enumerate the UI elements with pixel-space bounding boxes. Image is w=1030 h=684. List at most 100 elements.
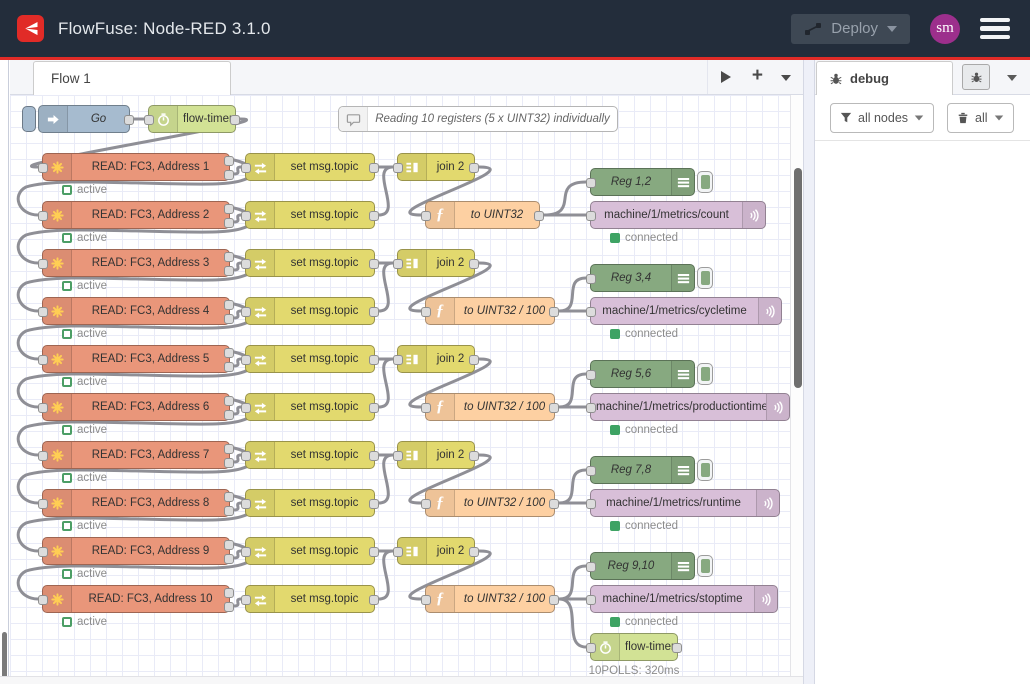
output-port[interactable]	[369, 547, 379, 557]
node-func4[interactable]: ƒto UINT32 / 100	[425, 489, 555, 517]
debug-toggle-button[interactable]	[697, 555, 713, 577]
canvas-horizontal-scrollbar[interactable]	[0, 676, 803, 684]
debug-toggle-button[interactable]	[697, 267, 713, 289]
node-read6[interactable]: READ: FC3, Address 6	[42, 393, 230, 421]
output-port[interactable]	[224, 444, 234, 454]
output-port[interactable]	[224, 410, 234, 420]
wire[interactable]	[234, 359, 241, 366]
node-func2[interactable]: ƒto UINT32 / 100	[425, 297, 555, 325]
output-port[interactable]	[369, 499, 379, 509]
node-change4[interactable]: set msg.topic	[245, 297, 375, 325]
node-mqtt3[interactable]: machine/1/metrics/productiontime	[590, 393, 790, 421]
output-port[interactable]	[224, 540, 234, 550]
wire[interactable]	[559, 470, 586, 503]
input-port[interactable]	[241, 307, 251, 317]
output-port[interactable]	[224, 170, 234, 180]
output-port[interactable]	[224, 362, 234, 372]
output-port[interactable]	[369, 595, 379, 605]
output-port[interactable]	[549, 595, 559, 605]
wire[interactable]	[234, 551, 241, 558]
input-port[interactable]	[586, 466, 596, 476]
wire[interactable]	[544, 182, 586, 215]
wire[interactable]	[234, 455, 241, 462]
node-func1[interactable]: ƒto UINT32	[425, 201, 540, 229]
inject-button[interactable]	[22, 106, 36, 132]
input-port[interactable]	[421, 595, 431, 605]
output-port[interactable]	[369, 259, 379, 269]
wire[interactable]	[234, 215, 241, 222]
output-port[interactable]	[534, 211, 544, 221]
output-port[interactable]	[224, 314, 234, 324]
wire[interactable]	[379, 167, 393, 215]
output-port[interactable]	[469, 163, 479, 173]
node-read1[interactable]: READ: FC3, Address 1	[42, 153, 230, 181]
add-flow-button[interactable]: +	[752, 65, 763, 87]
output-port[interactable]	[369, 451, 379, 461]
input-port[interactable]	[38, 307, 48, 317]
input-port[interactable]	[586, 595, 596, 605]
debug-toggle-button[interactable]	[697, 171, 713, 193]
output-port[interactable]	[469, 451, 479, 461]
node-change1[interactable]: set msg.topic	[245, 153, 375, 181]
main-menu-button[interactable]	[980, 18, 1010, 40]
wire[interactable]	[234, 407, 241, 414]
output-port[interactable]	[549, 403, 559, 413]
node-mqtt1[interactable]: machine/1/metrics/count	[590, 201, 766, 229]
input-port[interactable]	[421, 211, 431, 221]
deploy-caret-icon[interactable]	[887, 26, 897, 32]
wire[interactable]	[559, 374, 586, 407]
output-port[interactable]	[224, 266, 234, 276]
output-port[interactable]	[224, 506, 234, 516]
sidebar-divider[interactable]	[803, 60, 815, 684]
wire[interactable]	[559, 566, 586, 599]
node-read5[interactable]: READ: FC3, Address 5	[42, 345, 230, 373]
input-port[interactable]	[421, 499, 431, 509]
gutter-scrollbar-thumb[interactable]	[2, 632, 7, 680]
wire[interactable]	[559, 278, 586, 311]
node-read10[interactable]: READ: FC3, Address 10	[42, 585, 230, 613]
output-port[interactable]	[469, 355, 479, 365]
node-read7[interactable]: READ: FC3, Address 7	[42, 441, 230, 469]
node-debug1[interactable]: Reg 1,2	[590, 168, 695, 196]
output-port[interactable]	[224, 156, 234, 166]
flow-list-caret-icon[interactable]	[781, 75, 791, 81]
input-port[interactable]	[586, 211, 596, 221]
node-join1[interactable]: join 2	[397, 153, 475, 181]
input-port[interactable]	[421, 403, 431, 413]
debug-toggle-button[interactable]	[697, 363, 713, 385]
node-change8[interactable]: set msg.topic	[245, 489, 375, 517]
output-port[interactable]	[469, 259, 479, 269]
node-change6[interactable]: set msg.topic	[245, 393, 375, 421]
canvas-vertical-scrollbar[interactable]	[790, 95, 803, 676]
tab-debug[interactable]: debug	[816, 61, 953, 95]
input-port[interactable]	[586, 643, 596, 653]
input-port[interactable]	[38, 355, 48, 365]
node-mqtt2[interactable]: machine/1/metrics/cycletime	[590, 297, 782, 325]
node-mqtt5[interactable]: machine/1/metrics/stoptime	[590, 585, 778, 613]
output-port[interactable]	[549, 307, 559, 317]
wire[interactable]	[559, 599, 586, 647]
output-port[interactable]	[224, 554, 234, 564]
input-port[interactable]	[241, 211, 251, 221]
output-port[interactable]	[369, 307, 379, 317]
output-port[interactable]	[224, 300, 234, 310]
node-join2[interactable]: join 2	[397, 249, 475, 277]
node-change9[interactable]: set msg.topic	[245, 537, 375, 565]
input-port[interactable]	[393, 163, 403, 173]
input-port[interactable]	[38, 499, 48, 509]
vertical-scrollbar-thumb[interactable]	[794, 168, 802, 388]
node-change7[interactable]: set msg.topic	[245, 441, 375, 469]
input-port[interactable]	[241, 163, 251, 173]
debug-pane-button[interactable]	[962, 64, 990, 90]
deploy-button[interactable]: Deploy	[791, 14, 910, 44]
output-port[interactable]	[224, 492, 234, 502]
output-port[interactable]	[369, 163, 379, 173]
input-port[interactable]	[241, 451, 251, 461]
user-avatar[interactable]: sm	[930, 14, 960, 44]
node-change10[interactable]: set msg.topic	[245, 585, 375, 613]
input-port[interactable]	[144, 115, 154, 125]
input-port[interactable]	[393, 259, 403, 269]
node-debug4[interactable]: Reg 7,8	[590, 456, 695, 484]
output-port[interactable]	[224, 204, 234, 214]
input-port[interactable]	[38, 211, 48, 221]
